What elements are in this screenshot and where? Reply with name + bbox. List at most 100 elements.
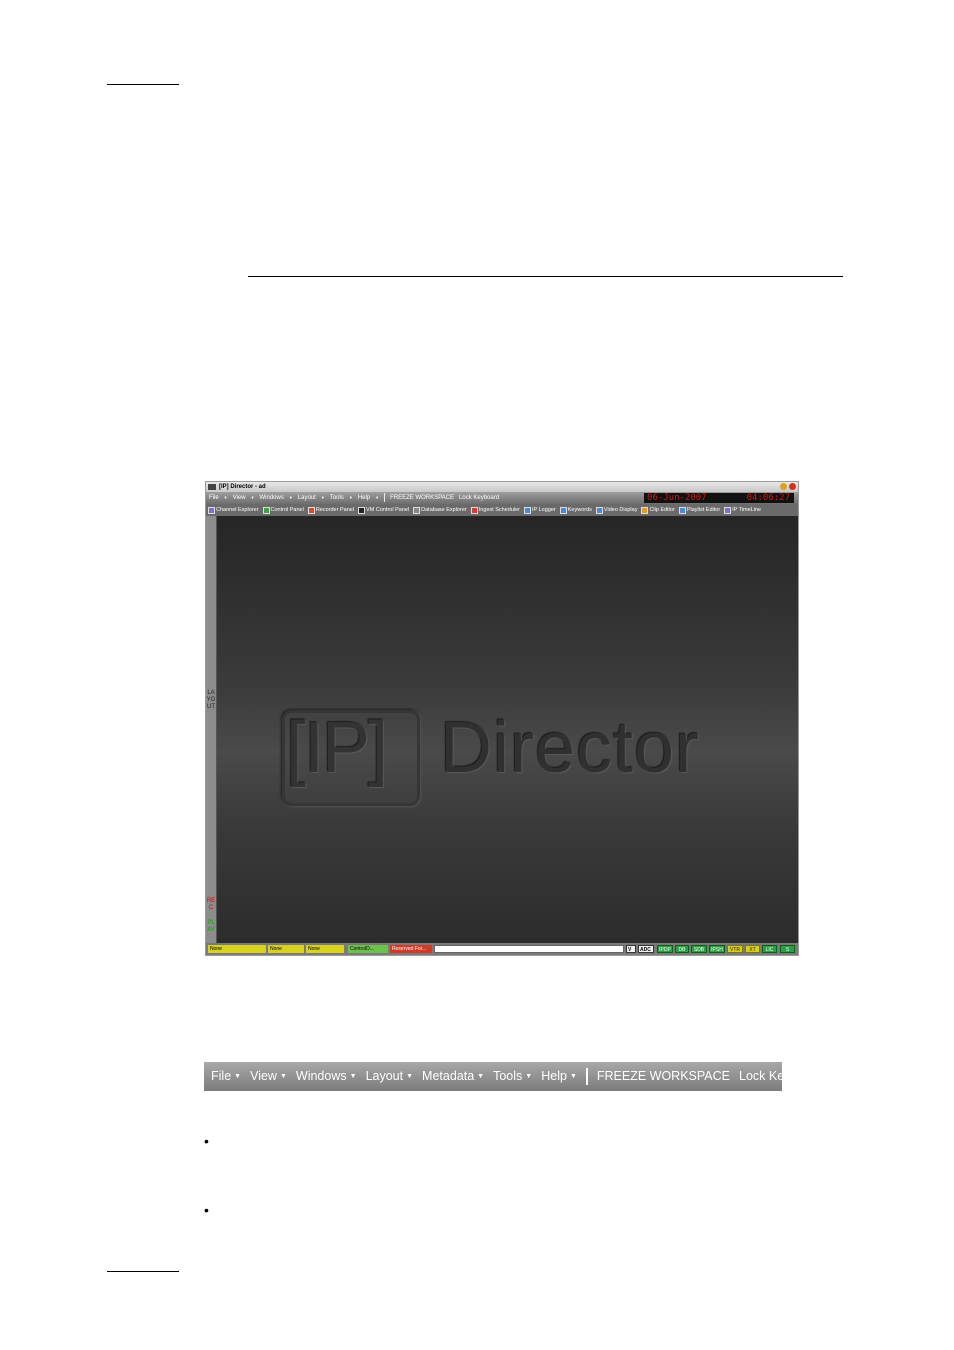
header-rule <box>107 84 179 85</box>
clock-display: 06-Jun-2007 04:06:27 <box>644 493 794 503</box>
status-message-field <box>434 945 624 953</box>
chevron-down-icon: ▼ <box>348 495 353 500</box>
logger-icon <box>524 506 531 514</box>
toolbar-button-label: Control Panel <box>270 507 304 513</box>
menu-view[interactable]: View ▼ <box>250 1062 287 1091</box>
clock-date: 06-Jun-2007 <box>647 493 707 503</box>
toolbar-button-label: Channel Explorer <box>216 507 259 513</box>
menu-label: Metadata <box>422 1069 475 1083</box>
status-indicator-vtr: VTR <box>727 945 743 953</box>
logo-director-text: Director <box>440 708 701 788</box>
menu-layout[interactable]: Layout <box>298 492 316 504</box>
chevron-down-icon: ▼ <box>279 1073 287 1080</box>
database-icon <box>413 506 421 514</box>
chevron-down-icon: ▼ <box>234 1073 242 1080</box>
app-menu-bar: File ▼ View ▼ Windows ▼ Layout ▼ Tools ▼ Help ▼ FREE… <box>206 492 798 504</box>
menu-tools[interactable]: Tools <box>330 492 344 504</box>
scheduler-icon <box>470 506 478 514</box>
toolbar-button-label: VM Control Panel <box>366 507 410 513</box>
chevron-down-icon: ▼ <box>569 1073 577 1080</box>
status-chip[interactable]: ControlD... <box>348 945 388 953</box>
playlist-icon <box>678 506 686 514</box>
status-indicator-lic: LIC <box>762 945 777 953</box>
toolbar-button[interactable]: Database Explorer <box>413 504 467 516</box>
menu-file[interactable]: File ▼ <box>211 1062 241 1091</box>
chevron-down-icon: ▼ <box>320 495 325 500</box>
chevron-down-icon: ▼ <box>223 495 228 500</box>
layout-sidebar: LAYOUT REC PLAY <box>206 516 217 943</box>
chevron-down-icon: ▼ <box>375 495 380 500</box>
v-indicator[interactable]: V <box>626 945 636 953</box>
menu-label: Layout <box>365 1069 404 1083</box>
menu-help[interactable]: Help ▼ <box>541 1062 577 1091</box>
menu-windows[interactable]: Windows ▼ <box>296 1062 357 1091</box>
menu-layout[interactable]: Layout ▼ <box>366 1062 413 1091</box>
toolbar-button[interactable]: IP TimeLine <box>724 504 761 516</box>
toolbar-button[interactable]: Channel Explorer <box>208 504 259 516</box>
clip-editor-icon <box>641 506 649 514</box>
toolbar-button[interactable]: Clip Editor <box>641 504 675 516</box>
menu-label: File <box>211 1069 232 1083</box>
rec-tab[interactable]: REC <box>206 898 216 912</box>
window-title: [IP] Director - ad <box>219 484 266 490</box>
menu-label: Help <box>541 1069 567 1083</box>
keywords-icon <box>559 506 567 514</box>
status-chip[interactable]: None <box>306 945 344 953</box>
toolbar-button[interactable]: Keywords <box>559 504 592 516</box>
status-bar: None None None ControlD... Reserved For... V A… <box>206 943 798 955</box>
ip-director-window: [IP] Director - ad File ▼ View ▼ Windows ▼ Lay… <box>205 481 799 956</box>
status-chip[interactable]: Reserved For... <box>390 945 432 953</box>
chevron-down-icon: ▼ <box>406 1073 414 1080</box>
menu-file[interactable]: File <box>209 492 219 504</box>
video-display-icon <box>595 506 603 514</box>
channel-icon <box>208 506 215 514</box>
title-bar: [IP] Director - ad <box>206 482 798 492</box>
status-indicator-ipdp: IPDP <box>657 945 673 953</box>
menu-tools[interactable]: Tools ▼ <box>493 1062 532 1091</box>
minimize-icon[interactable] <box>780 483 787 490</box>
lock-keyboard-button[interactable]: Lock Keyboard <box>739 1062 822 1091</box>
menu-metadata[interactable]: Metadata ▼ <box>422 1062 484 1091</box>
toolbar-button-label: IP Logger <box>532 507 556 513</box>
status-indicator-db: DB <box>675 945 689 953</box>
toolbar-button-label: Keywords <box>567 507 592 513</box>
toolbar-button[interactable]: Ingest Scheduler <box>470 504 520 516</box>
menu-windows[interactable]: Windows <box>260 492 284 504</box>
layout-tab[interactable]: LAYOUT <box>206 690 216 711</box>
toolbar-button[interactable]: Video Display <box>595 504 637 516</box>
menu-view[interactable]: View <box>233 492 246 504</box>
toolbar-button[interactable]: Recorder Panel <box>307 504 355 516</box>
ip-director-logo: [IP] Director <box>270 705 750 815</box>
menu-label: Windows <box>295 1069 347 1083</box>
play-tab[interactable]: PLAY <box>206 920 216 934</box>
toolbar-button-label: Ingest Scheduler <box>478 507 520 513</box>
chevron-down-icon: ▼ <box>250 495 255 500</box>
toolbar-button[interactable]: Control Panel <box>262 504 304 516</box>
bullet-2: • <box>204 1202 209 1218</box>
toolbar-button-label: Playlist Editor <box>686 507 721 513</box>
toolbar-button-label: Recorder Panel <box>315 507 355 513</box>
toolbar-button[interactable]: Playlist Editor <box>678 504 721 516</box>
toolbar-button[interactable]: VM Control Panel <box>358 504 409 516</box>
status-indicator-s: S <box>780 945 795 953</box>
freeze-workspace-button[interactable]: FREEZE WORKSPACE <box>390 492 454 504</box>
bullet-1: • <box>204 1133 209 1149</box>
freeze-workspace-button[interactable]: FREEZE WORKSPACE <box>597 1062 730 1091</box>
toolbar-button[interactable]: IP Logger <box>524 504 556 516</box>
toolbar-button-label: Database Explorer <box>421 507 467 513</box>
workspace-area: [IP] Director <box>217 516 798 943</box>
lock-keyboard-button[interactable]: Lock Keyboard <box>459 492 499 504</box>
menu-help[interactable]: Help <box>358 492 370 504</box>
status-indicator-xt: XT <box>745 945 760 953</box>
adc-indicator[interactable]: ADC <box>638 945 654 953</box>
status-chip[interactable]: None <box>268 945 304 953</box>
menu-label: Tools <box>493 1069 523 1083</box>
status-indicator-sdb: SDB <box>691 945 707 953</box>
module-toolbar: Channel Explorer Control Panel Recorder Pa… <box>206 504 798 516</box>
toolbar-button-label: Clip Editor <box>649 507 675 513</box>
status-chip[interactable]: None <box>208 945 266 953</box>
close-icon[interactable] <box>789 483 796 490</box>
timeline-icon <box>724 506 732 514</box>
recorder-icon <box>307 506 315 514</box>
toolbar-button-label: IP TimeLine <box>732 507 762 513</box>
